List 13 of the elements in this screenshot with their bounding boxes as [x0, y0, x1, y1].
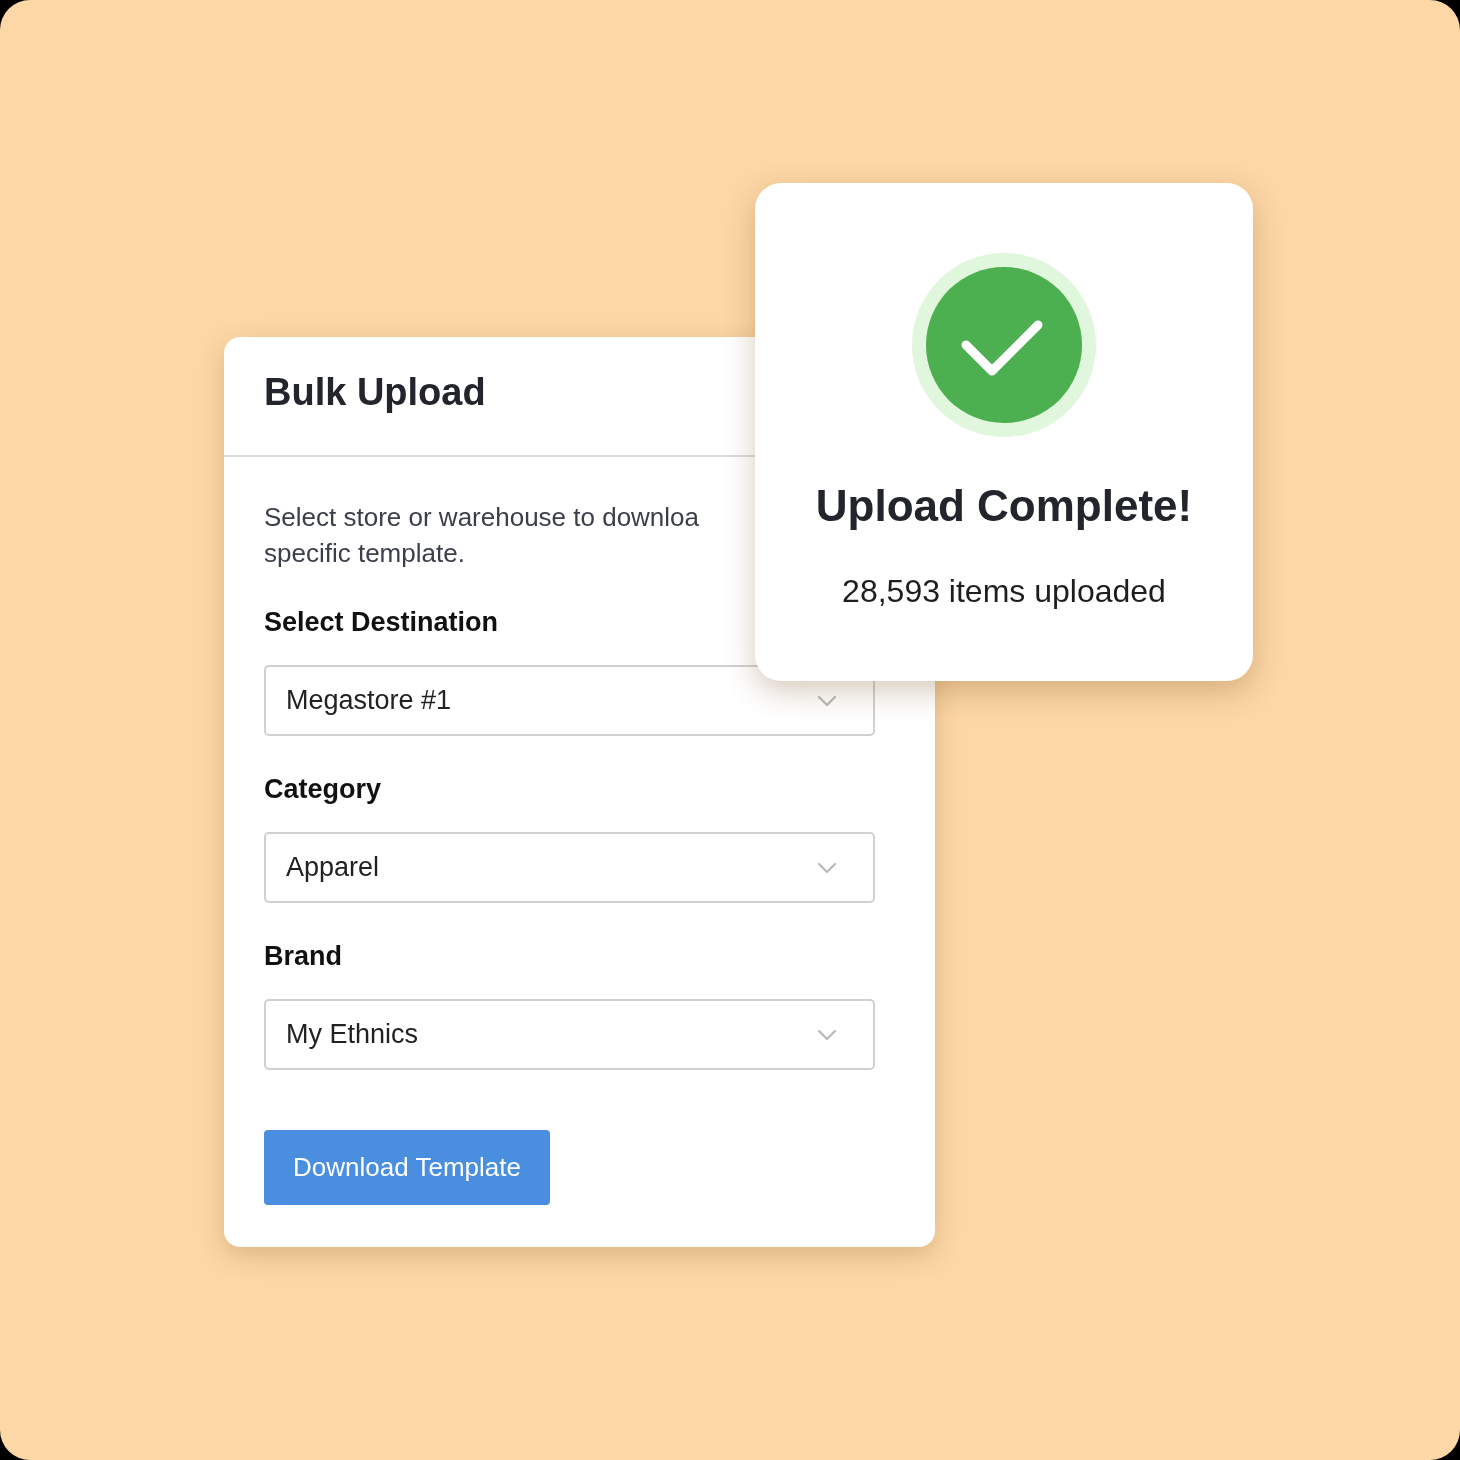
form-description: Select store or warehouse to downloa specific template. — [264, 501, 700, 570]
check-circle-icon — [912, 253, 1096, 437]
form-title: Bulk Upload — [264, 371, 486, 414]
chevron-down-icon — [817, 861, 837, 874]
chevron-down-icon — [817, 694, 837, 707]
dropdown-field[interactable]: My Ethnics — [264, 999, 875, 1070]
chevron-down-icon — [817, 1028, 837, 1041]
field-label: Select Destination — [264, 607, 499, 638]
field-label: Brand — [264, 941, 342, 972]
upload-count-message: 28,593 items uploaded — [842, 573, 1166, 610]
field-label: Category — [264, 774, 382, 805]
dropdown-field[interactable]: Apparel — [264, 832, 875, 903]
dialog-title: Upload Complete! — [815, 481, 1193, 531]
